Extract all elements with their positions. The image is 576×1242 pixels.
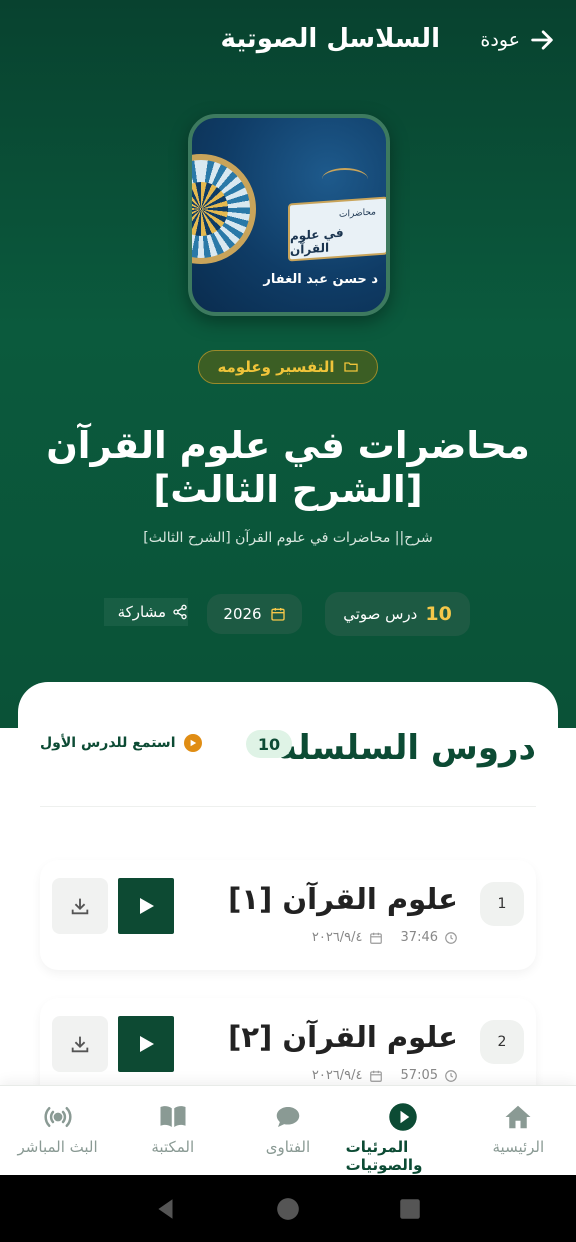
category-label: التفسير وعلومه (217, 358, 335, 376)
screen-title: السلاسل الصوتية (220, 24, 440, 54)
lesson-meta: 37:46 ٢٠٢٦/٩/٤ (312, 930, 458, 945)
divider (40, 806, 536, 807)
download-button[interactable] (52, 1016, 108, 1072)
calendar-icon (270, 608, 285, 621)
lessons-heading: دروس السلسلة (277, 728, 536, 768)
book-icon (160, 1106, 186, 1127)
nav-fatwas-label: الفتاوى (265, 1138, 311, 1156)
series-cover-image: محاضرات في علوم القرآن د حسن عبد الغفار (188, 114, 390, 316)
cover-mandala-ornament (192, 154, 256, 264)
back-triangle-icon[interactable] (153, 1196, 179, 1222)
nav-live[interactable]: البث المباشر (0, 1086, 115, 1156)
nav-home-label: الرئيسية (492, 1138, 545, 1156)
lesson-date-value: ٢٠٢٦/٩/٤ (311, 1068, 363, 1083)
bottom-navigation: الرئيسية المرئيات والصوتيات الفتاوى المك… (0, 1085, 576, 1175)
recents-square-icon[interactable] (397, 1196, 423, 1222)
play-circle-icon (389, 1103, 417, 1131)
cover-line1: محاضرات (339, 207, 376, 220)
lesson-date-value: ٢٠٢٦/٩/٤ (311, 930, 363, 945)
play-circle-icon (183, 734, 202, 752)
back-button[interactable]: عودة (480, 26, 556, 54)
nav-library-label: المكتبة (151, 1138, 195, 1156)
lesson-duration-value: 57:05 (400, 1068, 438, 1083)
lessons-count-label: درس صوتي (343, 605, 418, 623)
lessons-count-value: 10 (425, 603, 452, 625)
lesson-date: ٢٠٢٦/٩/٤ (312, 1068, 383, 1083)
folder-icon (343, 362, 358, 372)
clock-icon (445, 1069, 457, 1082)
play-button[interactable] (118, 1016, 174, 1072)
play-icon (140, 1036, 154, 1052)
lessons-count-badge: 10 (246, 730, 292, 758)
category-badge[interactable]: التفسير وعلومه (198, 350, 378, 384)
lesson-title: علوم القرآن [٢] (228, 1020, 458, 1054)
listen-first-lesson-button[interactable]: استمع للدرس الأول (40, 734, 202, 752)
calendar-icon (369, 932, 382, 944)
share-label: مشاركة (117, 603, 166, 621)
download-icon (71, 898, 89, 915)
chat-bubbles-icon (276, 1107, 300, 1127)
lesson-duration-value: 37:46 (400, 930, 438, 945)
clock-icon (445, 931, 457, 944)
lesson-duration: 57:05 (401, 1068, 458, 1083)
lesson-duration: 37:46 (401, 930, 458, 945)
cover-label-card: محاضرات في علوم القرآن (288, 196, 386, 262)
share-icon (173, 604, 187, 620)
nav-media-label: المرئيات والصوتيات (345, 1138, 423, 1174)
lesson-number: 1 (480, 882, 524, 926)
system-navigation-bar (0, 1175, 576, 1242)
year-stat: 2026 (207, 594, 302, 634)
cover-author: د حسن عبد الغفار (263, 272, 378, 287)
series-hero: عودة السلاسل الصوتية محاضرات في علوم الق… (0, 0, 576, 728)
lesson-number: 2 (480, 1020, 524, 1064)
nav-library[interactable]: المكتبة (115, 1086, 230, 1156)
play-icon (140, 898, 154, 914)
broadcast-icon (44, 1107, 72, 1127)
top-bar: عودة السلاسل الصوتية (0, 20, 576, 66)
lesson-item[interactable]: 1 علوم القرآن [١] 37:46 ٢٠٢٦/٩/٤ (40, 860, 536, 970)
lessons-card: دروس السلسلة 10 استمع للدرس الأول 1 علوم… (18, 682, 558, 1108)
lesson-date: ٢٠٢٦/٩/٤ (312, 930, 383, 945)
nav-fatwas[interactable]: الفتاوى (230, 1086, 345, 1156)
nav-media[interactable]: المرئيات والصوتيات (346, 1086, 461, 1174)
listen-first-label: استمع للدرس الأول (40, 735, 176, 751)
cover-line2: في علوم القرآن (290, 225, 344, 258)
lessons-count-stat: 10 درس صوتي (325, 592, 470, 636)
home-circle-icon[interactable] (275, 1196, 301, 1222)
back-label: عودة (480, 29, 520, 51)
year-value: 2026 (223, 605, 262, 623)
home-icon (505, 1105, 531, 1129)
lesson-title: علوم القرآن [١] (228, 882, 458, 916)
play-button[interactable] (118, 878, 174, 934)
nav-live-label: البث المباشر (17, 1138, 98, 1156)
download-button[interactable] (52, 878, 108, 934)
series-subtitle: شرح|| محاضرات في علوم القرآن [الشرح الثا… (143, 530, 433, 546)
lesson-meta: 57:05 ٢٠٢٦/٩/٤ (312, 1068, 458, 1083)
series-title: محاضرات في علوم القرآن [الشرح الثالث] (46, 424, 530, 511)
download-icon (71, 1036, 89, 1053)
nav-home[interactable]: الرئيسية (461, 1086, 576, 1156)
calendar-icon (369, 1070, 382, 1082)
arrow-right-icon (531, 30, 553, 50)
share-button[interactable]: مشاركة (104, 598, 188, 626)
cover-ornament (322, 168, 368, 190)
